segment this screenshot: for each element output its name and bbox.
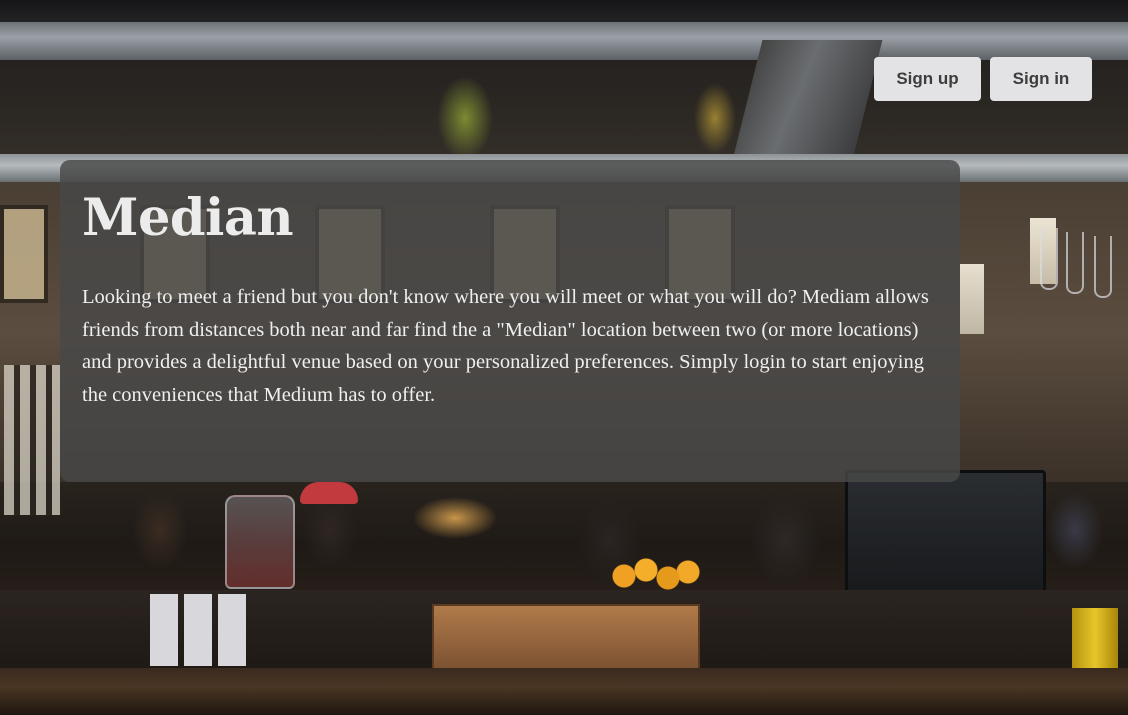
ceiling [0,0,1128,22]
red-cap [300,482,358,504]
wooden-crate [432,604,700,674]
sign-in-button[interactable]: Sign in [990,57,1092,101]
hanging-glass [1094,236,1112,298]
steel-beam-upper [0,22,1128,60]
bar-counter [0,668,1128,715]
page-title: Median [82,188,294,248]
landing-page: Sign up Sign in Median Looking to meet a… [0,0,1128,715]
pendant-lamp [960,264,984,334]
hanging-glass [1040,228,1058,290]
hero-card: Median Looking to meet a friend but you … [60,160,960,482]
hanging-glass [1066,232,1084,294]
cup-stacks [150,594,250,666]
pos-monitor [845,470,1046,606]
wall-frame [0,205,48,303]
glass-jar [225,495,295,589]
hero-description: Looking to meet a friend but you don't k… [82,286,929,406]
yellow-container [1072,608,1118,674]
sign-up-button[interactable]: Sign up [874,57,981,101]
oranges [610,556,700,596]
